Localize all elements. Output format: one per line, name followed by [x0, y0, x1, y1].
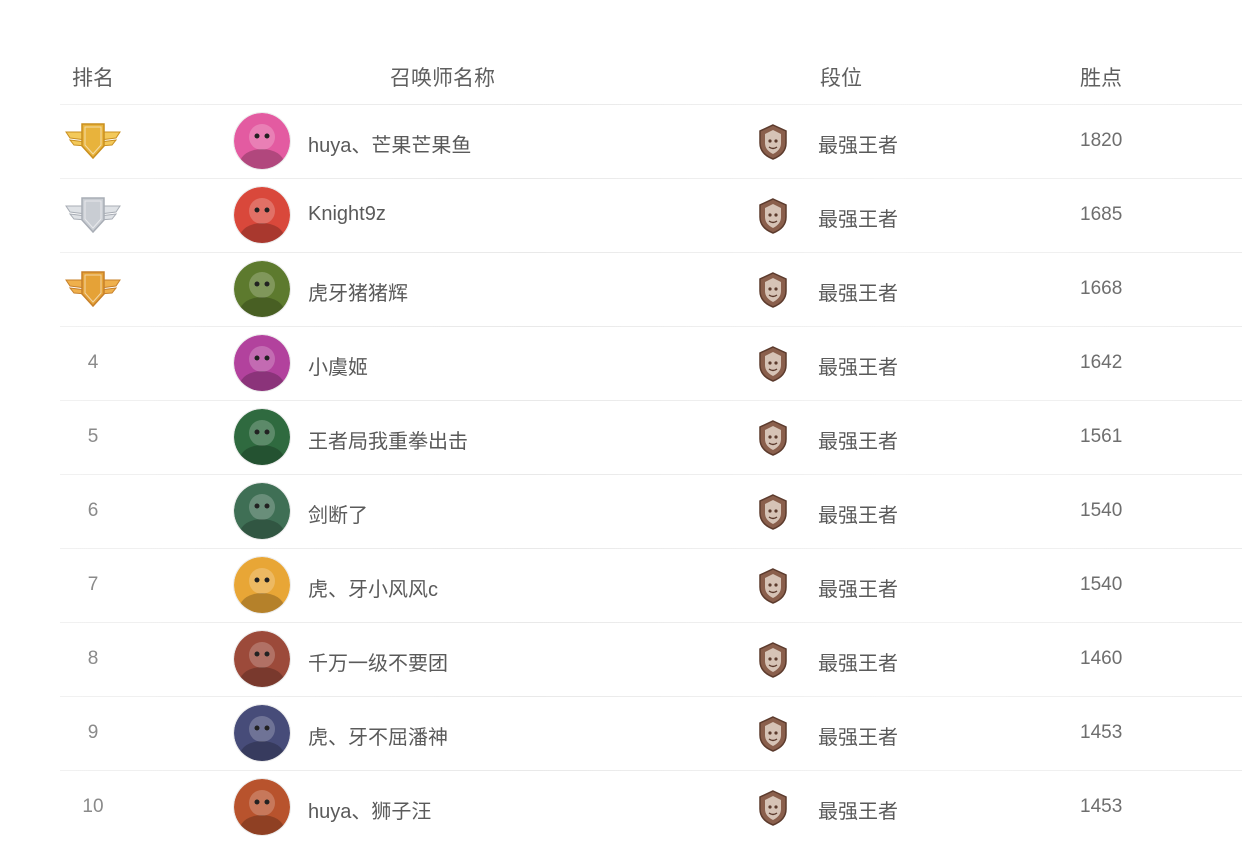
- tier-name: 最强王者: [818, 431, 898, 453]
- points-value: 1820: [1080, 130, 1123, 151]
- rank-number: 8: [87, 648, 99, 669]
- tier-name: 最强王者: [818, 801, 898, 823]
- gold-medal-icon: [62, 118, 124, 162]
- summoner-name[interactable]: 虎、牙小风风c: [308, 573, 438, 602]
- rank-number: 9: [87, 722, 99, 743]
- table-row[interactable]: 7 虎、牙小风风c 最强王者 1540: [0, 548, 1242, 622]
- tier-name: 最强王者: [818, 357, 898, 379]
- row-divider: [60, 400, 1242, 401]
- table-header: 排名 召唤师名称 段位 胜点: [0, 40, 1242, 104]
- avatar[interactable]: [234, 409, 290, 465]
- summoner-name[interactable]: 王者局我重拳出击: [308, 425, 468, 454]
- tier-name: 最强王者: [818, 653, 898, 675]
- king-tier-icon: [756, 715, 790, 753]
- row-divider: [60, 548, 1242, 549]
- tier-name: 最强王者: [818, 209, 898, 231]
- king-tier-icon: [756, 271, 790, 309]
- table-row[interactable]: 9 虎、牙不屈潘神 最强王者 1453: [0, 696, 1242, 770]
- points-value: 1685: [1080, 204, 1123, 225]
- row-divider: [60, 178, 1242, 179]
- row-divider: [60, 104, 1242, 105]
- king-tier-icon: [756, 493, 790, 531]
- points-value: 1642: [1080, 352, 1123, 373]
- table-row[interactable]: 6 剑断了 最强王者 1540: [0, 474, 1242, 548]
- points-column-header: 胜点: [1080, 67, 1122, 90]
- tier-name: 最强王者: [818, 505, 898, 527]
- avatar[interactable]: [234, 113, 290, 169]
- points-value: 1668: [1080, 278, 1123, 299]
- points-value: 1453: [1080, 796, 1123, 817]
- row-divider: [60, 770, 1242, 771]
- table-row[interactable]: 4 小虞姬 最强王者 1642: [0, 326, 1242, 400]
- avatar[interactable]: [234, 483, 290, 539]
- avatar[interactable]: [234, 779, 290, 835]
- points-value: 1460: [1080, 648, 1123, 669]
- row-divider: [60, 252, 1242, 253]
- table-row[interactable]: Knight9z 最强王者 1685: [0, 178, 1242, 252]
- tier-column-header: 段位: [820, 67, 862, 90]
- summoner-name[interactable]: 虎牙猪猪辉: [308, 277, 408, 306]
- bronze-medal-icon: [62, 266, 124, 310]
- row-divider: [60, 696, 1242, 697]
- summoner-name[interactable]: huya、狮子汪: [308, 795, 431, 824]
- rank-number: 6: [87, 500, 99, 521]
- avatar[interactable]: [234, 187, 290, 243]
- table-row[interactable]: 10 huya、狮子汪 最强王者 1453: [0, 770, 1242, 844]
- avatar[interactable]: [234, 705, 290, 761]
- table-body: huya、芒果芒果鱼 最强王者 1820 Knight9z 最强王者 1685 虎牙猪猪辉最…: [0, 104, 1242, 844]
- row-divider: [60, 622, 1242, 623]
- king-tier-icon: [756, 345, 790, 383]
- table-row[interactable]: 5 王者局我重拳出击 最强王者 1561: [0, 400, 1242, 474]
- king-tier-icon: [756, 123, 790, 161]
- avatar[interactable]: [234, 557, 290, 613]
- row-divider: [60, 326, 1242, 327]
- king-tier-icon: [756, 419, 790, 457]
- tier-name: 最强王者: [818, 283, 898, 305]
- points-value: 1453: [1080, 722, 1123, 743]
- points-value: 1540: [1080, 574, 1123, 595]
- rank-number: 10: [82, 796, 104, 817]
- row-divider: [60, 474, 1242, 475]
- points-value: 1540: [1080, 500, 1123, 521]
- rank-number: 7: [87, 574, 99, 595]
- rank-column-header: 排名: [72, 67, 114, 90]
- avatar[interactable]: [234, 261, 290, 317]
- points-value: 1561: [1080, 426, 1123, 447]
- king-tier-icon: [756, 567, 790, 605]
- summoner-name[interactable]: 小虞姬: [308, 351, 368, 380]
- avatar[interactable]: [234, 335, 290, 391]
- king-tier-icon: [756, 641, 790, 679]
- rank-number: 4: [87, 352, 99, 373]
- summoner-name[interactable]: 千万一级不要团: [308, 647, 448, 676]
- avatar[interactable]: [234, 631, 290, 687]
- tier-name: 最强王者: [818, 135, 898, 157]
- rank-number: 5: [87, 426, 99, 447]
- leaderboard-table: 排名 召唤师名称 段位 胜点 huya、芒果芒果鱼 最强王者 1820 Knight9…: [0, 40, 1242, 844]
- summoner-name[interactable]: huya、芒果芒果鱼: [308, 129, 471, 158]
- table-row[interactable]: huya、芒果芒果鱼 最强王者 1820: [0, 104, 1242, 178]
- summoner-name[interactable]: Knight9z: [308, 203, 386, 226]
- summoner-name[interactable]: 剑断了: [308, 499, 368, 528]
- name-column-header: 召唤师名称: [390, 67, 495, 90]
- summoner-name[interactable]: 虎、牙不屈潘神: [308, 721, 448, 750]
- table-row[interactable]: 虎牙猪猪辉 最强王者 1668: [0, 252, 1242, 326]
- king-tier-icon: [756, 789, 790, 827]
- table-row[interactable]: 8 千万一级不要团 最强王者 1460: [0, 622, 1242, 696]
- silver-medal-icon: [62, 192, 124, 236]
- tier-name: 最强王者: [818, 579, 898, 601]
- king-tier-icon: [756, 197, 790, 235]
- tier-name: 最强王者: [818, 727, 898, 749]
